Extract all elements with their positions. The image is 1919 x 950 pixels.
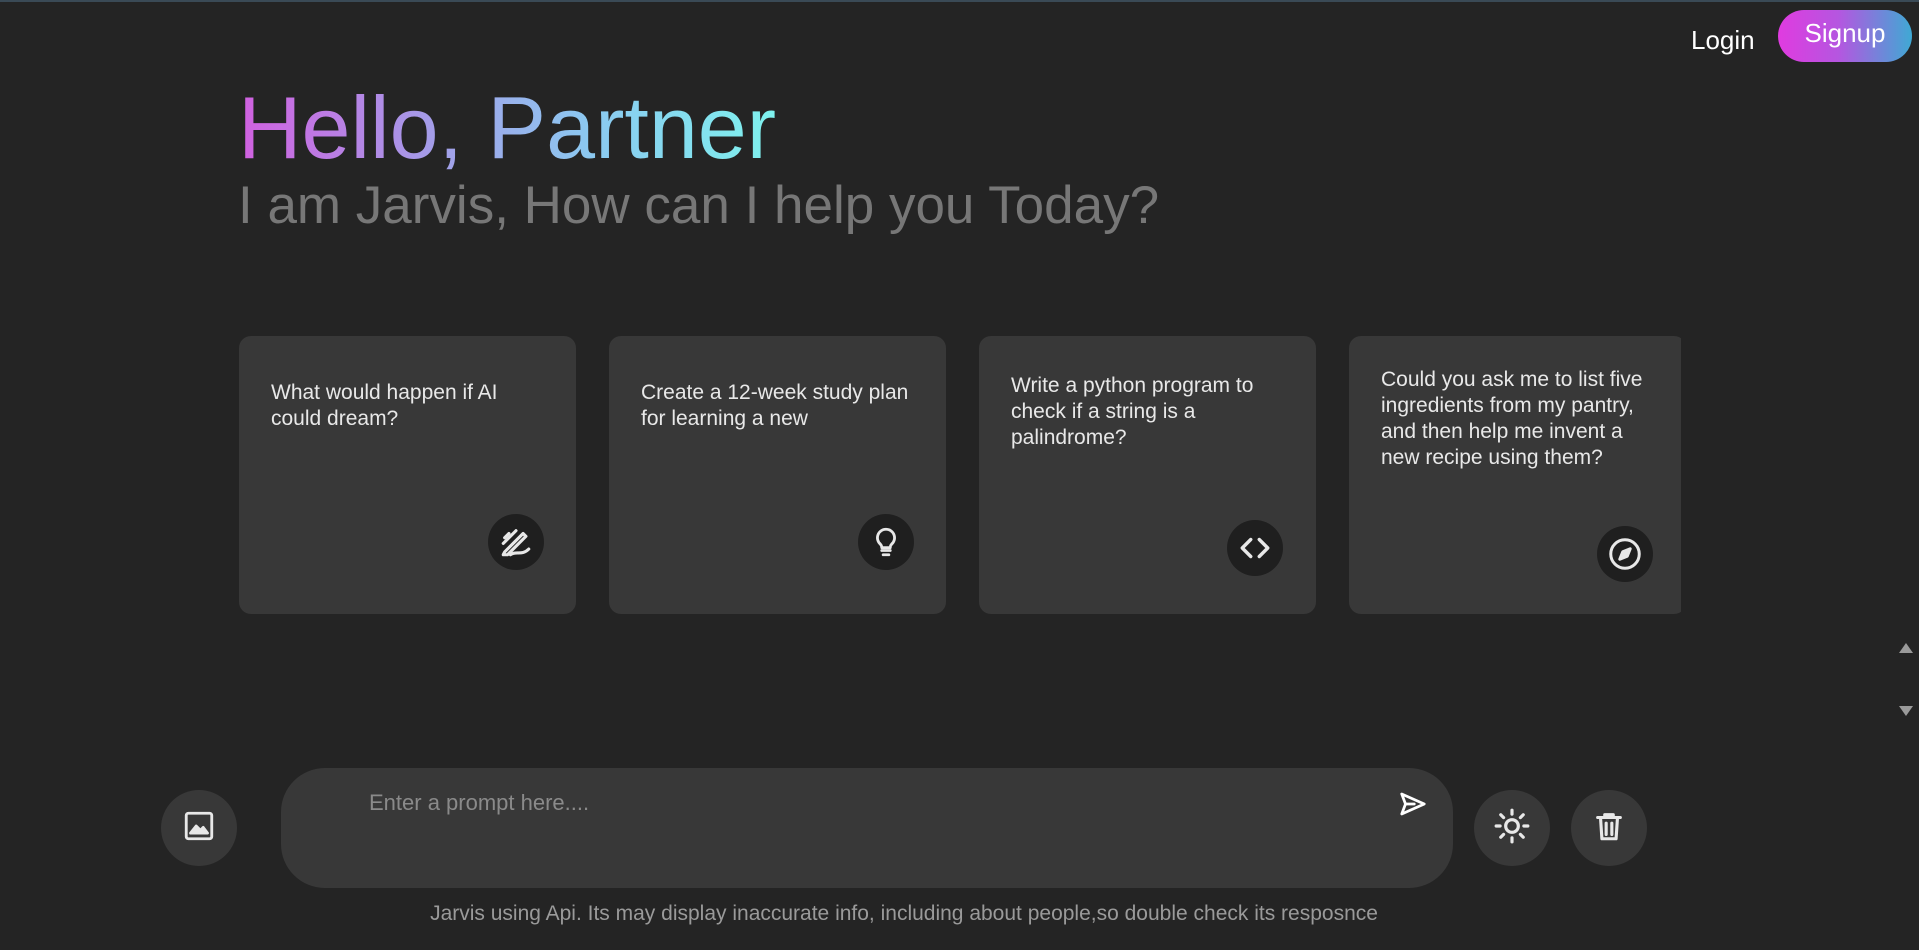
card-text: Write a python program to check if a str… <box>1011 374 1254 449</box>
card-text: Create a 12-week study plan for learning… <box>641 381 909 430</box>
suggestion-card-python-palindrome[interactable]: Write a python program to check if a str… <box>979 336 1316 614</box>
scroll-up-arrow-icon[interactable] <box>1899 643 1913 653</box>
card-text: Could you ask me to list five ingredient… <box>1381 368 1643 469</box>
delete-chat-button[interactable] <box>1571 790 1647 866</box>
send-icon <box>1396 789 1430 824</box>
compass-icon <box>1597 526 1653 582</box>
sun-icon <box>1493 807 1531 850</box>
signup-button[interactable]: Signup <box>1778 10 1912 62</box>
suggestion-cards: What would happen if AI could dream? Cre… <box>239 336 1681 614</box>
disclaimer-text: Jarvis using Api. Its may display inaccu… <box>430 902 1378 925</box>
greeting-subtitle: I am Jarvis, How can I help you Today? <box>238 176 1160 235</box>
image-icon <box>182 809 216 848</box>
prompt-input[interactable] <box>367 782 1331 824</box>
prompt-box <box>281 768 1453 888</box>
send-button[interactable] <box>1393 788 1433 824</box>
theme-toggle-button[interactable] <box>1474 790 1550 866</box>
window-top-border <box>0 0 1919 2</box>
upload-image-button[interactable] <box>161 790 237 866</box>
pencil-draw-icon <box>488 514 544 570</box>
lightbulb-icon <box>858 514 914 570</box>
suggestion-card-ai-dream[interactable]: What would happen if AI could dream? <box>239 336 576 614</box>
login-link[interactable]: Login <box>1691 25 1755 56</box>
scroll-down-arrow-icon[interactable] <box>1899 706 1913 716</box>
suggestion-card-study-plan[interactable]: Create a 12-week study plan for learning… <box>609 336 946 614</box>
trash-icon <box>1592 809 1626 848</box>
card-text: What would happen if AI could dream? <box>271 381 498 430</box>
code-icon <box>1227 520 1283 576</box>
suggestion-card-pantry-recipe[interactable]: Could you ask me to list five ingredient… <box>1349 336 1681 614</box>
greeting-title: Hello, Partner <box>238 78 777 177</box>
